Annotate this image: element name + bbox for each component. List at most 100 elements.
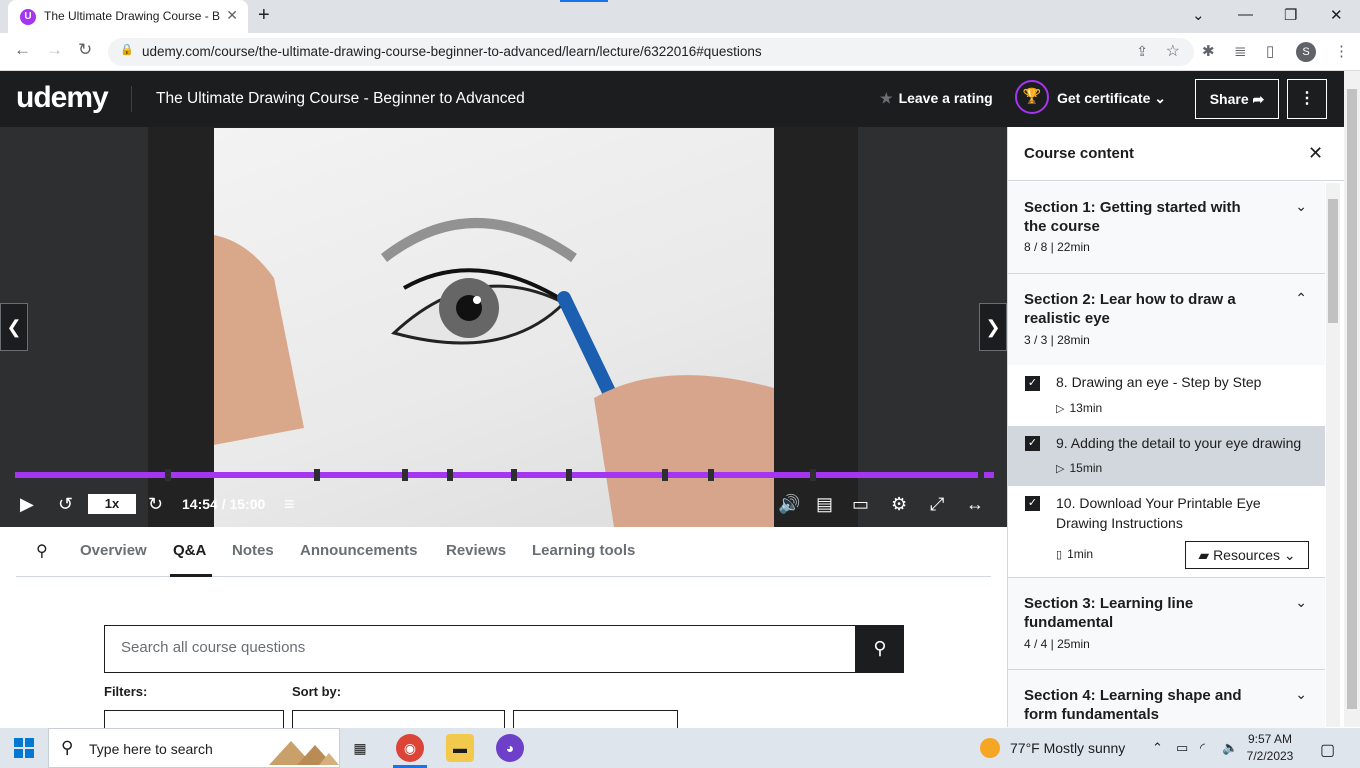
resources-button[interactable]: ▰ Resources ⌄ bbox=[1185, 541, 1309, 569]
side-panel-icon[interactable]: ▯ bbox=[1266, 42, 1274, 60]
bookmark-star-icon[interactable]: ☆ bbox=[1166, 41, 1180, 61]
share-page-icon[interactable]: ⇪ bbox=[1136, 43, 1148, 60]
leave-rating-button[interactable]: ★ Leave a rating bbox=[880, 90, 993, 107]
progress-marker bbox=[662, 469, 668, 481]
qa-search-button[interactable]: ⚲ bbox=[856, 625, 904, 673]
task-view-icon[interactable]: ▦ bbox=[346, 734, 374, 762]
reload-icon[interactable]: ↻ bbox=[78, 40, 92, 60]
notifications-icon[interactable]: ▢ bbox=[1320, 740, 1335, 760]
lock-icon: 🔒 bbox=[120, 44, 134, 56]
expand-width-icon[interactable]: ↔ bbox=[966, 494, 984, 515]
settings-gear-icon[interactable]: ⚙ bbox=[891, 494, 907, 515]
previous-lecture-button[interactable]: ❮ bbox=[0, 303, 28, 351]
file-explorer-icon[interactable]: ▬ bbox=[446, 734, 474, 762]
windows-start-icon[interactable] bbox=[14, 738, 34, 758]
sort-dropdown[interactable] bbox=[292, 710, 505, 730]
captions-icon[interactable]: ▭ bbox=[852, 494, 869, 515]
github-desktop-icon[interactable]: ◕ bbox=[496, 734, 524, 762]
tab-notes[interactable]: Notes bbox=[232, 542, 274, 559]
qa-search-input[interactable] bbox=[121, 639, 821, 656]
url-text: udemy.com/course/the-ultimate-drawing-co… bbox=[142, 44, 762, 59]
lecture-title: 10. Download Your Printable Eye Drawing … bbox=[1056, 495, 1261, 531]
transcript-icon[interactable]: ▤ bbox=[816, 494, 833, 515]
section-meta: 8 / 8 | 22min bbox=[1024, 240, 1090, 254]
section-meta: 3 / 3 | 28min bbox=[1024, 333, 1090, 347]
close-tab-icon[interactable]: ✕ bbox=[226, 7, 238, 24]
duration-text: 1min bbox=[1067, 547, 1094, 561]
profile-avatar[interactable]: S bbox=[1296, 42, 1316, 62]
section-item[interactable]: Section 1: Getting started with the cour… bbox=[1008, 182, 1325, 274]
trophy-icon[interactable]: 🏆 bbox=[1015, 80, 1049, 114]
tab-qa[interactable]: Q&A bbox=[173, 542, 206, 559]
completed-checkbox[interactable]: ✓ bbox=[1025, 436, 1040, 451]
minimize-icon[interactable]: — bbox=[1238, 6, 1253, 23]
section-item[interactable]: Section 4: Learning shape and form funda… bbox=[1008, 670, 1325, 728]
tab-drag-indicator bbox=[560, 0, 608, 2]
extensions-icon[interactable]: ✱ bbox=[1202, 42, 1215, 60]
search-icon[interactable]: ⚲ bbox=[36, 541, 48, 561]
page-scrollbar[interactable] bbox=[1344, 71, 1360, 727]
filter-dropdown[interactable] bbox=[104, 710, 284, 730]
tab-learning-tools[interactable]: Learning tools bbox=[532, 542, 635, 559]
browser-menu-icon[interactable]: ⋮ bbox=[1334, 42, 1349, 60]
forward-icon[interactable]: ↻ bbox=[148, 494, 163, 515]
get-certificate-button[interactable]: Get certificate ⌄ bbox=[1057, 90, 1166, 107]
more-options-button[interactable]: ⋮ bbox=[1287, 79, 1327, 119]
udemy-favicon: U bbox=[20, 9, 36, 25]
sidebar-scrollbar[interactable] bbox=[1326, 183, 1340, 727]
sidebar-scrollbar-thumb[interactable] bbox=[1328, 199, 1338, 323]
video-progress-bar[interactable] bbox=[9, 469, 994, 481]
close-window-icon[interactable]: ✕ bbox=[1330, 6, 1343, 24]
playback-speed-button[interactable]: 1x bbox=[88, 494, 136, 514]
restore-icon[interactable]: ❐ bbox=[1284, 6, 1297, 24]
new-tab-icon[interactable]: + bbox=[258, 4, 270, 27]
share-button[interactable]: Share ➦ bbox=[1195, 79, 1279, 119]
page-scrollbar-thumb[interactable] bbox=[1347, 89, 1357, 709]
add-note-icon[interactable]: ≡ bbox=[284, 494, 295, 515]
fullscreen-icon[interactable]: ⤢ bbox=[930, 494, 944, 515]
search-icon: ⚲ bbox=[873, 638, 887, 658]
section-item[interactable]: Section 3: Learning line fundamental 4 /… bbox=[1008, 578, 1325, 670]
lecture-title: 8. Drawing an eye - Step by Step bbox=[1056, 374, 1262, 390]
duration-text: 13min bbox=[1069, 401, 1103, 415]
progress-marker bbox=[978, 469, 984, 481]
taskbar-clock[interactable]: 9:57 AM 7/2/2023 bbox=[1240, 731, 1300, 765]
video-content-drawing bbox=[144, 128, 774, 555]
tab-search-icon[interactable]: ⌄ bbox=[1192, 6, 1205, 24]
qa-search-box[interactable] bbox=[104, 625, 856, 673]
browser-tab[interactable]: U The Ultimate Drawing Course - B ✕ bbox=[8, 0, 248, 33]
tab-announcements[interactable]: Announcements bbox=[300, 542, 418, 559]
close-sidebar-icon[interactable]: ✕ bbox=[1308, 143, 1323, 164]
section-title: Section 4: Learning shape and form funda… bbox=[1024, 687, 1242, 723]
lecture-item-current[interactable]: ✓ 9. Adding the detail to your eye drawi… bbox=[1008, 426, 1325, 486]
address-bar[interactable]: 🔒 udemy.com/course/the-ultimate-drawing-… bbox=[108, 38, 1194, 66]
start-tile bbox=[14, 738, 23, 747]
forward-icon[interactable]: → bbox=[46, 40, 63, 60]
next-lecture-button[interactable]: ❯ bbox=[979, 303, 1007, 351]
play-icon[interactable]: ▶ bbox=[20, 494, 34, 515]
back-icon[interactable]: ← bbox=[14, 40, 31, 60]
filter-questions-dropdown[interactable] bbox=[513, 710, 678, 730]
section-item[interactable]: Section 2: Lear how to draw a realistic … bbox=[1008, 274, 1325, 365]
show-hidden-icons-chevron-icon[interactable]: ⌃ bbox=[1152, 740, 1163, 756]
udemy-logo[interactable]: udemy bbox=[16, 81, 109, 115]
taskbar-search-box[interactable]: ⚲ Type here to search bbox=[48, 728, 340, 768]
lecture-item[interactable]: ✓ 8. Drawing an eye - Step by Step ▷ 13mi… bbox=[1008, 365, 1325, 426]
completed-checkbox[interactable]: ✓ bbox=[1025, 376, 1040, 391]
network-adapter-icon[interactable]: ▭ bbox=[1176, 740, 1188, 756]
chrome-icon[interactable]: ◉ bbox=[396, 734, 424, 762]
progress-marker bbox=[566, 469, 572, 481]
wifi-icon[interactable]: ◜ bbox=[1200, 740, 1205, 756]
completed-checkbox[interactable]: ✓ bbox=[1025, 496, 1040, 511]
volume-icon[interactable]: 🔊 bbox=[778, 494, 800, 515]
share-label: Share bbox=[1209, 91, 1249, 107]
volume-tray-icon[interactable]: 🔈 bbox=[1222, 740, 1238, 756]
weather-text[interactable]: 77°F Mostly sunny bbox=[1010, 740, 1125, 756]
course-title[interactable]: The Ultimate Drawing Course - Beginner t… bbox=[156, 90, 525, 108]
tab-title: The Ultimate Drawing Course - B bbox=[44, 9, 221, 23]
reading-list-icon[interactable]: ≣ bbox=[1234, 42, 1247, 60]
rewind-icon[interactable]: ↺ bbox=[58, 494, 73, 515]
tab-reviews[interactable]: Reviews bbox=[446, 542, 506, 559]
lecture-title: 9. Adding the detail to your eye drawing bbox=[1056, 435, 1302, 451]
tab-overview[interactable]: Overview bbox=[80, 542, 147, 559]
